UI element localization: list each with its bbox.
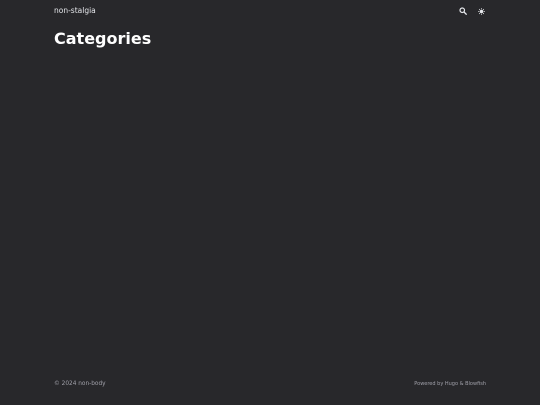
site-header: non-stalgia: [54, 4, 486, 18]
page: non-stalgia Categories © 2024 non-body P…: [0, 0, 540, 405]
site-title-link[interactable]: non-stalgia: [54, 7, 96, 15]
page-title: Categories: [54, 29, 152, 48]
powered-by-text: Powered by Hugo & Blowfish: [414, 381, 486, 387]
header-actions: [458, 6, 486, 16]
search-icon: [459, 7, 467, 15]
search-button[interactable]: [458, 6, 468, 16]
appearance-toggle-icon: [477, 7, 485, 15]
copyright-text: © 2024 non-body: [54, 381, 106, 387]
site-footer: © 2024 non-body Powered by Hugo & Blowfi…: [54, 379, 486, 389]
appearance-toggle-button[interactable]: [476, 6, 486, 16]
